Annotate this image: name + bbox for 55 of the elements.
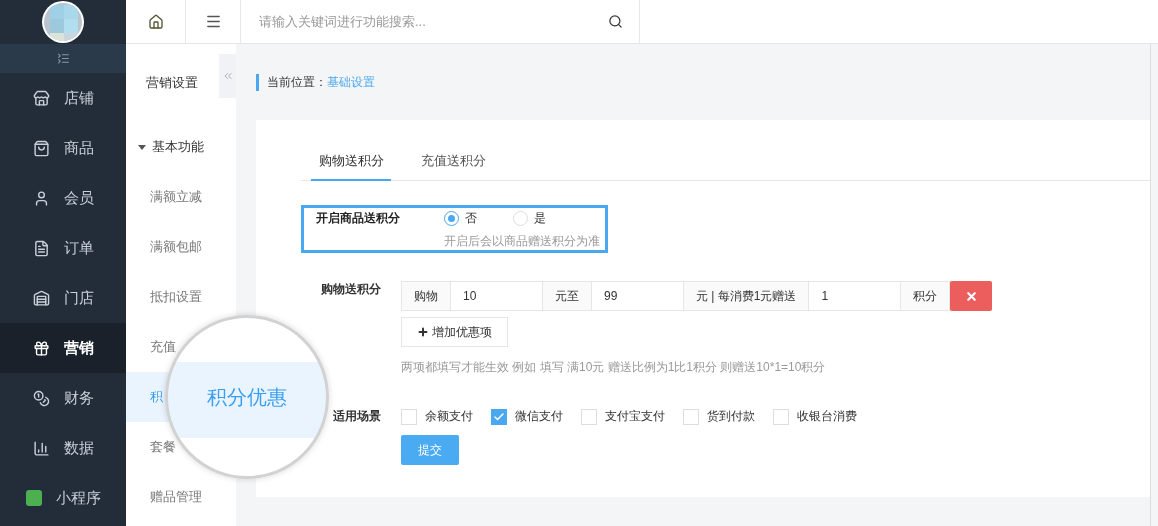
menu-icon[interactable] [204,13,222,30]
subnav-item[interactable]: 套餐 [150,438,176,456]
tab[interactable]: 购物送积分 [311,144,391,181]
search-icon[interactable] [608,14,623,29]
nav-item[interactable]: 财务 [0,373,126,423]
checkbox-option[interactable]: 余额支付 [401,408,473,425]
breadcrumb-label: 当前位置： [267,73,327,91]
nav-item[interactable]: 店铺 [0,73,126,123]
subnav-group[interactable]: 基本功能 [126,122,236,172]
nav-item[interactable]: 数据 [0,423,126,473]
add-button[interactable]: 增加优惠项 [401,317,508,347]
close-icon [964,289,978,303]
subnav-title: 营销设置 [146,74,198,92]
gift-icon [32,339,50,357]
hint-text: 开启后会以商品赠送积分为准 [444,233,600,250]
nav-item[interactable]: 会员 [0,173,126,223]
magnified-label: 积分优惠 [207,384,287,410]
input-addon: 购物 [401,281,451,311]
bag-icon [32,139,50,157]
subnav-item[interactable]: 抵扣设置 [150,288,202,306]
input-field[interactable]: 99 [592,281,683,311]
mini-program-icon [25,490,42,506]
nav-item[interactable]: 营销 [0,323,126,373]
checkbox-option[interactable]: 收银台消费 [773,408,857,425]
checkbox-option[interactable]: 微信支付 [491,408,563,425]
field-label: 购物送积分 [320,281,382,298]
input-field[interactable]: 10 [451,281,542,311]
collapse-icon[interactable] [56,52,70,65]
input-field[interactable]: 1 [809,281,901,311]
radio-option[interactable]: 是 [513,210,546,227]
check-icon [493,410,505,423]
input-addon: 积分 [900,281,951,311]
subnav-item[interactable]: 满额立减 [150,188,202,206]
store-icon [32,89,50,107]
input-addon: 元至 [542,281,592,311]
field-label: 适用场景 [332,408,382,425]
nav-item[interactable]: 商品 [0,123,126,173]
hint-text: 两项都填写才能生效 例如 填写 满10元 赠送比例为1比1积分 则赠送10*1=10积分 [401,359,827,376]
radio-option[interactable]: 否 [444,210,477,227]
checkbox-option[interactable]: 支付宝支付 [581,408,665,425]
tab[interactable]: 充值送积分 [421,144,486,181]
document-icon [32,239,50,257]
nav-item[interactable]: 订单 [0,223,126,273]
subnav-item[interactable]: 赠品管理 [150,488,202,506]
delete-button[interactable] [950,281,993,311]
field-label: 开启商品送积分 [316,210,401,227]
nav-item[interactable]: 小程序 [0,473,126,523]
subnav-item[interactable]: 充值 [150,338,176,356]
plus-icon [417,326,429,338]
nav-item[interactable]: 门店 [0,273,126,323]
input-addon: 元 | 每消费1元赠送 [683,281,810,311]
home-icon[interactable] [147,13,164,30]
subnav-item[interactable]: 满额包邮 [150,238,202,256]
bar-chart-icon [32,439,50,457]
checkbox-option[interactable]: 货到付款 [683,408,755,425]
